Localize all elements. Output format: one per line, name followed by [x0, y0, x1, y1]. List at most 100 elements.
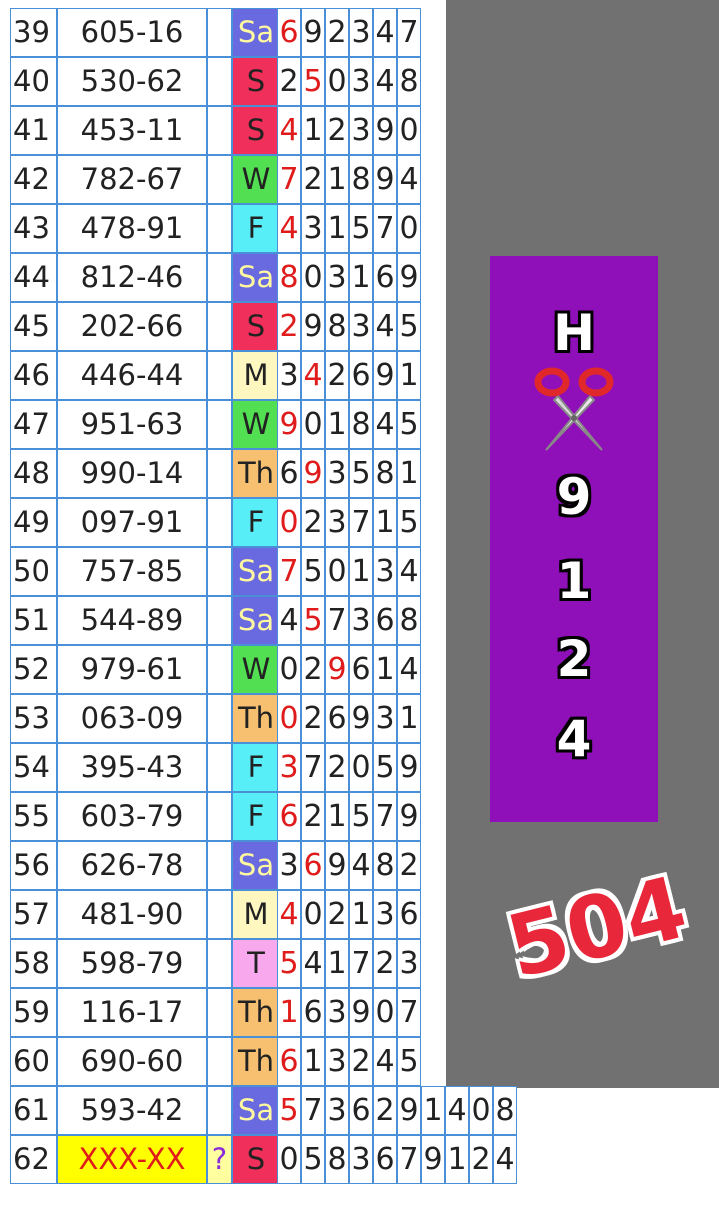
row-code: 603-79 — [57, 792, 207, 841]
row-spacer — [207, 1086, 232, 1135]
row-day: Sa — [232, 8, 280, 57]
row-day: F — [232, 743, 280, 792]
row-digit: 3 — [325, 449, 349, 498]
row-digit: 4 — [301, 351, 325, 400]
row-number: 48 — [10, 449, 57, 498]
row-number: 50 — [10, 547, 57, 596]
row-digit: 1 — [421, 1086, 445, 1135]
row-digit: 4 — [397, 547, 421, 596]
row-digit: 0 — [277, 645, 301, 694]
row-day: T — [232, 939, 280, 988]
row-digit: 8 — [349, 155, 373, 204]
row-digit: 3 — [373, 694, 397, 743]
row-digit: 0 — [277, 498, 301, 547]
row-digit: 5 — [301, 547, 325, 596]
row-digit: 3 — [349, 8, 373, 57]
row-digit: 6 — [397, 890, 421, 939]
row-number: 40 — [10, 57, 57, 106]
row-day: W — [232, 645, 280, 694]
row-spacer — [207, 351, 232, 400]
row-number: 52 — [10, 645, 57, 694]
row-spacer: ? — [207, 1135, 232, 1184]
row-digit: 4 — [349, 841, 373, 890]
row-digit: 8 — [349, 400, 373, 449]
row-digit: 0 — [301, 890, 325, 939]
row-digit: 3 — [373, 547, 397, 596]
row-digit: 7 — [349, 498, 373, 547]
row-digit: 3 — [325, 988, 349, 1037]
row-spacer — [207, 547, 232, 596]
row-digit: 6 — [325, 694, 349, 743]
row-digit: 4 — [277, 106, 301, 155]
row-digit: 1 — [325, 792, 349, 841]
row-digit: 0 — [325, 547, 349, 596]
row-code: 544-89 — [57, 596, 207, 645]
row-digit: 5 — [397, 302, 421, 351]
row-spacer — [207, 57, 232, 106]
row-digit: 7 — [277, 155, 301, 204]
row-digit: 6 — [277, 792, 301, 841]
row-digit: 1 — [325, 204, 349, 253]
row-digit: 3 — [277, 841, 301, 890]
row-day: S — [232, 106, 280, 155]
row-day: S — [232, 57, 280, 106]
row-digit: 5 — [301, 57, 325, 106]
row-digit: 8 — [397, 596, 421, 645]
row-digit: 5 — [397, 498, 421, 547]
row-number: 57 — [10, 890, 57, 939]
row-digit: 7 — [373, 792, 397, 841]
row-digit: 6 — [301, 988, 325, 1037]
row-number: 61 — [10, 1086, 57, 1135]
row-digit: 1 — [349, 890, 373, 939]
row-digit: 2 — [325, 8, 349, 57]
row-spacer — [207, 302, 232, 351]
row-digit: 2 — [301, 645, 325, 694]
row-digit: 6 — [349, 351, 373, 400]
row-digit: 1 — [397, 351, 421, 400]
row-day: Th — [232, 1037, 280, 1086]
row-digit: 1 — [445, 1135, 469, 1184]
row-day: Th — [232, 694, 280, 743]
row-number: 44 — [10, 253, 57, 302]
row-day: S — [232, 302, 280, 351]
row-spacer — [207, 792, 232, 841]
row-digit: 6 — [301, 841, 325, 890]
row-digit: 8 — [373, 841, 397, 890]
row-digit: 4 — [373, 8, 397, 57]
row-digit: 9 — [325, 841, 349, 890]
row-code: 782-67 — [57, 155, 207, 204]
row-digit: 3 — [301, 204, 325, 253]
row-spacer — [207, 204, 232, 253]
row-digit: 8 — [373, 449, 397, 498]
row-digit: 6 — [373, 253, 397, 302]
row-digit: 3 — [349, 596, 373, 645]
row-digit: 1 — [325, 155, 349, 204]
row-digit: 7 — [397, 1135, 421, 1184]
row-digit: 7 — [277, 547, 301, 596]
prediction-panel: H 9 1 2 4 — [490, 256, 658, 822]
row-spacer — [207, 400, 232, 449]
row-digit: 9 — [373, 351, 397, 400]
row-digit: 4 — [373, 1037, 397, 1086]
row-code: 605-16 — [57, 8, 207, 57]
row-digit: 8 — [277, 253, 301, 302]
row-digit: 8 — [493, 1086, 517, 1135]
row-digit: 9 — [421, 1135, 445, 1184]
row-digit: 4 — [373, 400, 397, 449]
row-digit: 7 — [325, 596, 349, 645]
row-spacer — [207, 253, 232, 302]
row-digit: 2 — [301, 155, 325, 204]
row-code: XXX-XX — [57, 1135, 207, 1184]
row-digit: 2 — [301, 694, 325, 743]
row-digit: 4 — [277, 596, 301, 645]
row-number: 54 — [10, 743, 57, 792]
row-digit: 4 — [277, 204, 301, 253]
row-code: 481-90 — [57, 890, 207, 939]
row-digit: 5 — [301, 1135, 325, 1184]
row-digit: 9 — [301, 449, 325, 498]
row-digit: 2 — [349, 1037, 373, 1086]
row-digit: 3 — [325, 1037, 349, 1086]
row-digit: 1 — [301, 106, 325, 155]
row-digit: 0 — [397, 204, 421, 253]
row-digit: 2 — [277, 302, 301, 351]
